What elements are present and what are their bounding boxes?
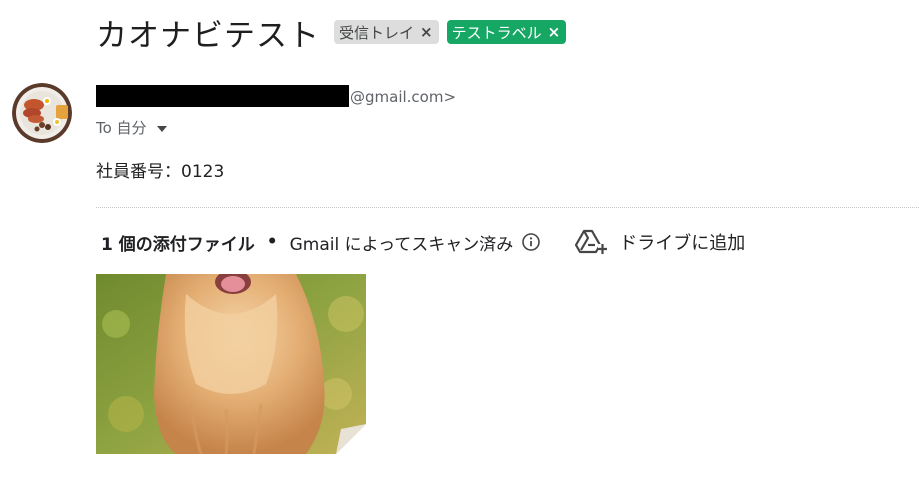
chevron-down-icon[interactable] xyxy=(156,125,167,132)
sender-avatar[interactable] xyxy=(12,83,72,143)
email-body: 社員番号：0123 xyxy=(96,162,225,182)
scan-status: Gmail によってスキャン済み xyxy=(289,234,514,255)
label-chip-test-label[interactable]: テストラベル × xyxy=(446,20,567,44)
label-chip-inbox[interactable]: 受信トレイ × xyxy=(334,20,439,44)
recipient-details-toggle[interactable]: To 自分 xyxy=(96,117,167,138)
subject-row: カオナビテスト 受信トレイ × テストラベル × xyxy=(96,10,567,54)
add-to-drive-button[interactable]: ドライブに追加 xyxy=(573,228,745,256)
attachments-header: 1 個の添付ファイル • Gmail によってスキャン済み ドライブに追加 xyxy=(101,229,745,255)
info-icon[interactable] xyxy=(521,232,541,252)
sender-email: @gmail.com> xyxy=(350,88,457,106)
label-chip-test-label-text: テストラベル xyxy=(451,23,542,42)
attachment-count: 1 個の添付ファイル xyxy=(101,234,255,255)
add-to-drive-icon xyxy=(575,229,608,254)
recipient-label: To 自分 xyxy=(96,119,147,137)
attachments-divider xyxy=(96,207,919,208)
separator-bullet: • xyxy=(266,232,278,252)
remove-label-test-label-button[interactable]: × xyxy=(548,24,561,40)
label-chip-inbox-text: 受信トレイ xyxy=(339,23,415,42)
attachment-thumbnail[interactable] xyxy=(96,274,366,454)
redacted-sender xyxy=(96,85,349,107)
remove-label-inbox-button[interactable]: × xyxy=(420,24,433,40)
add-to-drive-label: ドライブに追加 xyxy=(619,233,746,254)
email-subject: カオナビテスト xyxy=(96,17,320,54)
